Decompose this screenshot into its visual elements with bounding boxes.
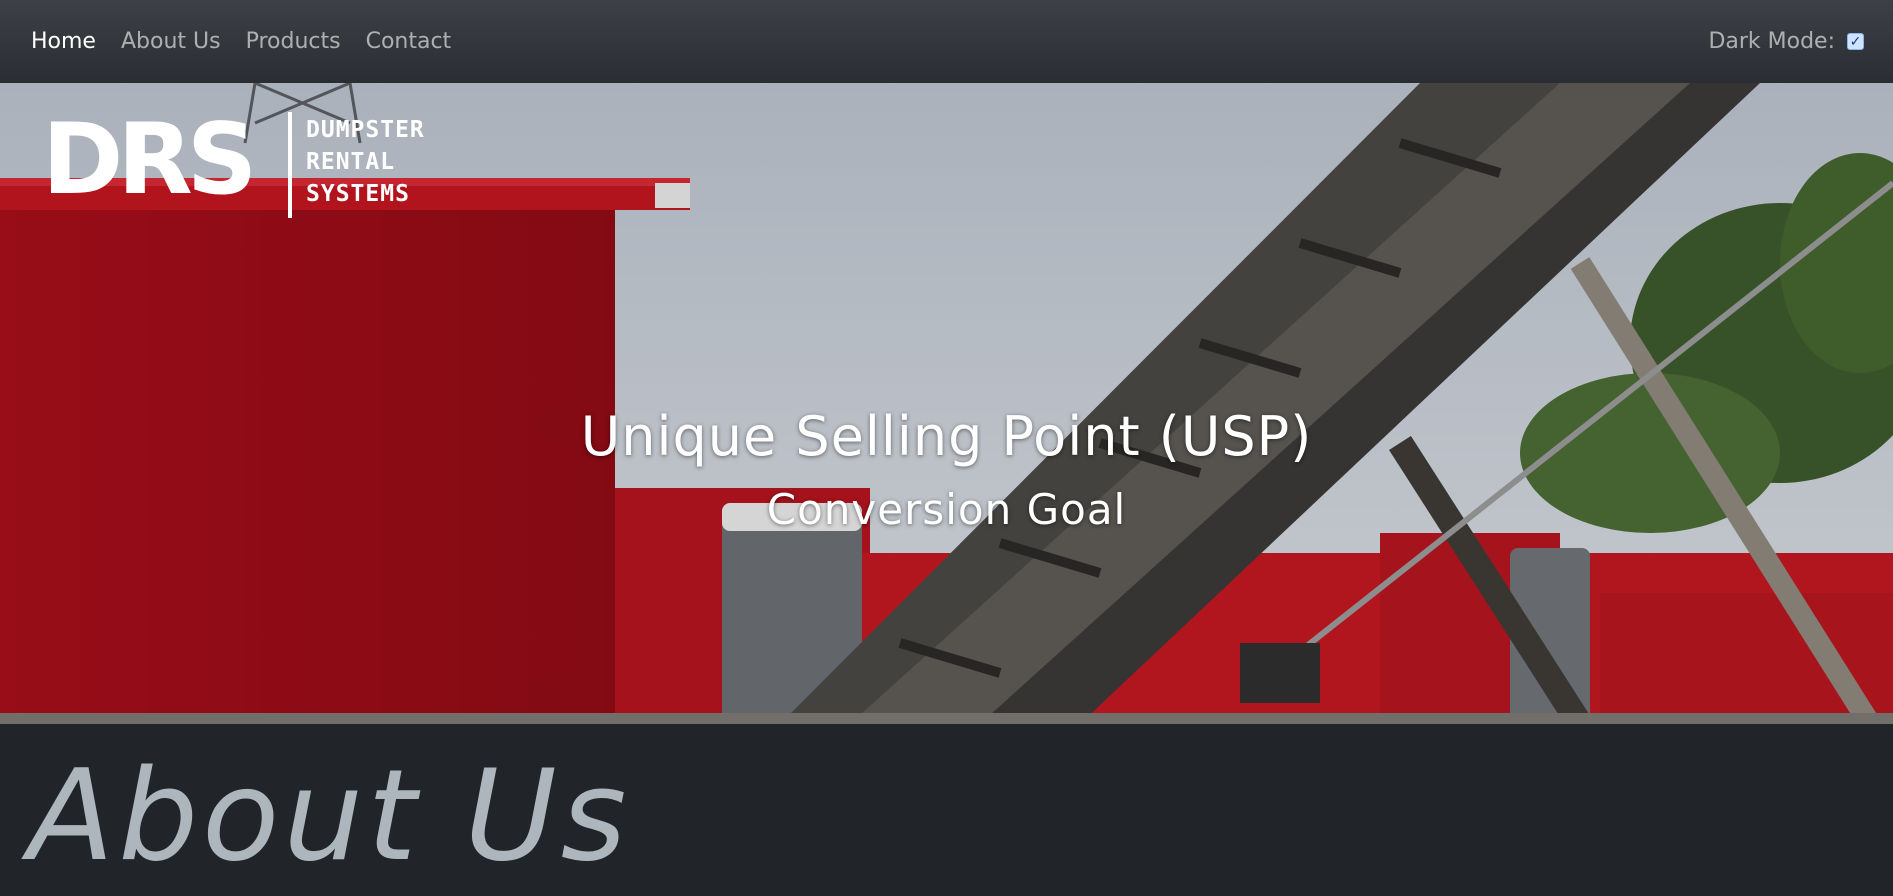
hero-banner: DRS DUMPSTER RENTAL SYSTEMS Unique Selli…	[0, 83, 1893, 724]
nav-link-about-us[interactable]: About Us	[121, 29, 221, 54]
dark-mode-label: Dark Mode:	[1708, 29, 1835, 54]
logo-mark: DRS	[42, 103, 257, 217]
logo-divider	[288, 112, 292, 218]
hero-subtitle: Conversion Goal	[766, 485, 1127, 534]
logo-line-1: DUMPSTER	[306, 117, 425, 143]
drs-logo[interactable]: DRS DUMPSTER RENTAL SYSTEMS	[42, 110, 442, 220]
nav-link-home[interactable]: Home	[31, 29, 96, 54]
dark-mode-toggle: Dark Mode: ✓	[1708, 0, 1864, 83]
logo-text: DUMPSTER RENTAL SYSTEMS	[306, 114, 425, 210]
nav-link-products[interactable]: Products	[246, 29, 341, 54]
nav-link-contact[interactable]: Contact	[366, 29, 452, 54]
logo-line-2: RENTAL	[306, 149, 396, 175]
dark-mode-checkbox[interactable]: ✓	[1847, 33, 1864, 50]
top-navbar: Home About Us Products Contact Dark Mode…	[0, 0, 1893, 83]
hero-title: Unique Selling Point (USP)	[580, 405, 1313, 468]
logo-line-3: SYSTEMS	[306, 181, 410, 207]
about-us-heading: About Us	[28, 742, 631, 889]
